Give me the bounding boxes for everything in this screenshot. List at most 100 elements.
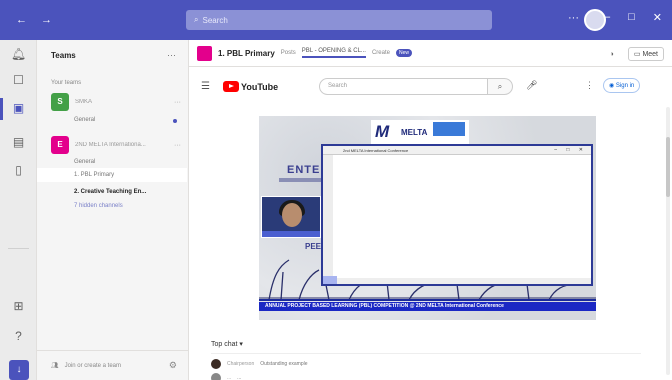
chat-icon[interactable]: ☐ bbox=[10, 72, 27, 89]
channel-item[interactable]: 2. Creative Teaching En... bbox=[74, 189, 146, 195]
rail-divider bbox=[8, 248, 29, 249]
shared-window-corner bbox=[323, 276, 337, 284]
nav-arrows: ← → bbox=[16, 14, 52, 26]
avatar[interactable] bbox=[584, 9, 606, 31]
calendar-icon[interactable]: ▤ bbox=[10, 134, 27, 151]
unread-dot bbox=[173, 119, 177, 123]
team-item[interactable]: S SMKA ··· bbox=[51, 93, 181, 111]
video-player[interactable]: M MELTA ENTE PEE 2nd MELTA International… bbox=[259, 116, 596, 320]
channel-item-selected[interactable]: 1. PBL Primary bbox=[37, 168, 187, 182]
webcam-overlay bbox=[261, 196, 321, 238]
meet-label: Meet bbox=[642, 51, 658, 58]
search-placeholder: Search bbox=[202, 15, 228, 25]
microphone-icon[interactable]: 🎤︎ bbox=[526, 80, 537, 91]
tab-posts[interactable]: Posts bbox=[281, 50, 296, 56]
sign-in-button[interactable]: ◉ Sign in bbox=[603, 78, 641, 93]
section-label: Your teams bbox=[51, 80, 82, 86]
chat-author: Chairperson bbox=[227, 361, 255, 367]
webcam-caption-bar bbox=[262, 231, 320, 237]
channel-item[interactable]: General bbox=[74, 117, 95, 123]
people-icon: 👥︎ bbox=[51, 363, 59, 369]
top-chat-label: Top chat bbox=[211, 341, 238, 348]
teams-icon[interactable]: ▣ bbox=[10, 100, 27, 117]
search-input[interactable]: ⌕ Search bbox=[186, 10, 492, 30]
maximize-icon[interactable]: □ bbox=[628, 11, 635, 24]
title-bar: ← → ⌕ Search ··· – □ ✕ bbox=[0, 0, 672, 40]
chevron-down-icon: ▾ bbox=[239, 341, 243, 348]
more-icon[interactable]: ··· bbox=[174, 99, 181, 106]
top-chat-dropdown[interactable]: Top chat ▾ bbox=[211, 340, 243, 348]
hamburger-menu-icon[interactable]: ☰ bbox=[201, 81, 210, 92]
shared-screen-window: 2nd MELTA International Conference – □ ✕ bbox=[321, 144, 593, 286]
forward-arrow-icon[interactable]: → bbox=[41, 14, 52, 26]
meet-button[interactable]: ▭ Meet bbox=[627, 47, 664, 61]
avatar bbox=[211, 359, 221, 369]
logo-mark: M bbox=[375, 122, 390, 141]
video-ribbon: ANNUAL PROJECT BASED LEARNING (PBL) COMP… bbox=[259, 302, 596, 311]
download-icon[interactable]: ↓ bbox=[9, 360, 29, 380]
play-icon bbox=[223, 81, 239, 92]
chat-message: ... ... bbox=[211, 373, 241, 380]
scrollbar[interactable] bbox=[666, 107, 670, 375]
hidden-channels-link[interactable]: 7 hidden channels bbox=[74, 203, 123, 209]
window-controls: – □ ✕ bbox=[604, 11, 662, 24]
team-avatar: E bbox=[51, 136, 69, 154]
melta-logo: M MELTA bbox=[371, 120, 469, 146]
chat-text: Outstanding example bbox=[260, 361, 308, 367]
tab-pbl-opening[interactable]: PBL - OPENING & CL... bbox=[301, 48, 366, 58]
gear-icon[interactable]: ⚙ bbox=[169, 360, 177, 371]
team-avatar: S bbox=[51, 93, 69, 111]
channel-avatar bbox=[197, 45, 212, 61]
help-icon[interactable]: ? bbox=[10, 328, 27, 345]
channel-header: 1. PBL Primary Posts PBL - OPENING & CL.… bbox=[189, 40, 672, 67]
active-indicator bbox=[0, 98, 3, 120]
apps-icon[interactable]: ⊞ bbox=[10, 298, 27, 315]
shared-window-controls: – □ ✕ bbox=[554, 147, 587, 153]
chat-text: ... bbox=[237, 375, 242, 380]
teams-pane: Teams ⋯ Your teams S SMKA ··· General E … bbox=[37, 40, 189, 380]
app-rail: 🔔︎ ☐ ▣ ▤ ▯ ⊞ ? ↓ bbox=[0, 40, 37, 380]
scroll-thumb[interactable] bbox=[666, 137, 670, 197]
team-item[interactable]: E 2ND MELTA Internationa... ··· bbox=[51, 136, 181, 154]
sign-in-label: Sign in bbox=[615, 83, 635, 89]
shared-window-sidebar bbox=[323, 155, 333, 284]
minimize-icon[interactable]: – bbox=[604, 11, 610, 24]
filter-icon[interactable]: ⋯ bbox=[167, 50, 176, 61]
main-area: 1. PBL Primary Posts PBL - OPENING & CL.… bbox=[189, 40, 672, 380]
chat-message: Chairperson Outstanding example bbox=[211, 359, 308, 369]
tab-create[interactable]: Create bbox=[372, 50, 390, 56]
team-name: 2ND MELTA Internationa... bbox=[75, 142, 146, 148]
youtube-wordmark: YouTube bbox=[241, 81, 279, 92]
pane-title: Teams bbox=[51, 51, 76, 60]
logo-banner bbox=[433, 122, 465, 136]
youtube-search-input[interactable]: Search bbox=[319, 78, 504, 95]
back-arrow-icon[interactable]: ← bbox=[16, 14, 27, 26]
channel-title: 1. PBL Primary bbox=[218, 48, 275, 58]
info-icon[interactable]: ◑ bbox=[610, 51, 614, 58]
team-name: SMKA bbox=[75, 99, 93, 105]
more-vert-icon[interactable]: ⋮ bbox=[585, 80, 594, 91]
presenter-face bbox=[282, 203, 302, 227]
logo-text: MELTA bbox=[401, 128, 428, 137]
comments-section: Top chat ▾ Chairperson Outstanding examp… bbox=[189, 324, 664, 380]
account-icon: ◉ bbox=[609, 83, 616, 89]
youtube-logo[interactable]: YouTube bbox=[223, 81, 278, 92]
avatar bbox=[211, 373, 221, 380]
close-icon[interactable]: ✕ bbox=[653, 11, 662, 24]
search-icon[interactable]: ⌕ bbox=[487, 78, 513, 95]
video-subheading: PEE bbox=[305, 242, 322, 251]
join-create-team[interactable]: 👥︎ Join or create a team ⚙ bbox=[37, 350, 189, 380]
activity-icon[interactable]: 🔔︎ bbox=[10, 46, 27, 63]
shared-window-title: 2nd MELTA International Conference bbox=[323, 146, 591, 155]
more-options-icon[interactable]: ··· bbox=[568, 12, 579, 24]
new-badge: New bbox=[395, 49, 412, 57]
search-icon: ⌕ bbox=[194, 15, 199, 24]
header-actions: ◑ ▭ Meet bbox=[610, 47, 664, 61]
join-create-label: Join or create a team bbox=[64, 362, 121, 369]
youtube-toolbar: ☰ YouTube Search ⌕ 🎤︎ ⋮ ◉ Sign in bbox=[189, 67, 664, 107]
channel-item[interactable]: General bbox=[74, 159, 95, 165]
video-heading: ENTE bbox=[287, 164, 321, 176]
chat-author: ... bbox=[227, 375, 232, 380]
more-icon[interactable]: ··· bbox=[174, 142, 181, 149]
files-icon[interactable]: ▯ bbox=[10, 162, 27, 179]
